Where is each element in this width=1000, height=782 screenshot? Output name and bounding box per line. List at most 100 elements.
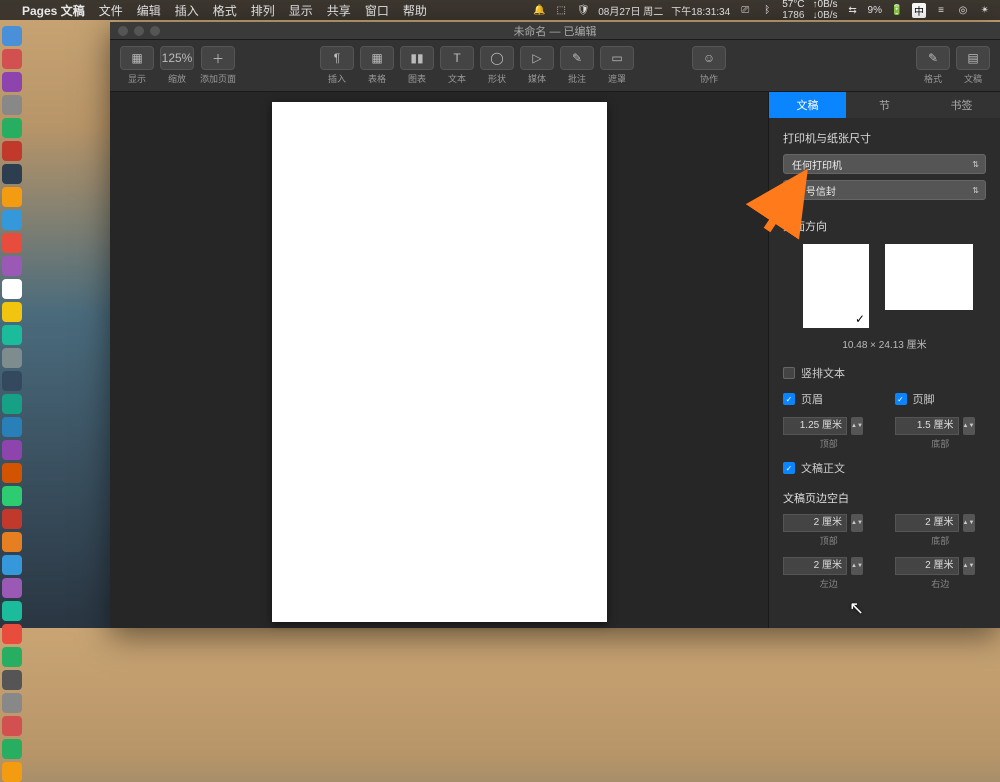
dock-app-icon[interactable] [2, 348, 22, 368]
menu-format[interactable]: 格式 [213, 2, 237, 19]
vertical-text-checkbox[interactable] [783, 367, 795, 379]
tb-addpage[interactable]: ＋添加页面 [200, 46, 236, 85]
margin-right-value[interactable]: 2 厘米 [895, 557, 959, 575]
tb-format[interactable]: ✎格式 [916, 46, 950, 85]
dock-app-icon[interactable] [2, 49, 22, 69]
dock-app-icon[interactable] [2, 118, 22, 138]
dock-app-icon[interactable] [2, 164, 22, 184]
menu-help[interactable]: 帮助 [403, 2, 427, 19]
dock-app-icon[interactable] [2, 509, 22, 529]
stepper-arrows[interactable]: ▲▼ [963, 417, 975, 435]
dock-app-icon[interactable] [2, 624, 22, 644]
dock-app-icon[interactable] [2, 72, 22, 92]
menubar-extra-icon[interactable]: ⬚ [554, 5, 568, 16]
tb-mask[interactable]: ▭遮罩 [600, 46, 634, 85]
tb-comment[interactable]: ✎批注 [560, 46, 594, 85]
dock-app-icon[interactable] [2, 647, 22, 667]
dock-app-icon[interactable] [2, 486, 22, 506]
menubar-icon[interactable]: ≡ [934, 5, 948, 16]
dock-app-icon[interactable] [2, 394, 22, 414]
dock-app-icon[interactable] [2, 325, 22, 345]
dock-app-icon[interactable] [2, 256, 22, 276]
menu-edit[interactable]: 编辑 [137, 2, 161, 19]
tb-table[interactable]: ▦表格 [360, 46, 394, 85]
dock-app-icon[interactable] [2, 95, 22, 115]
menubar-icon[interactable]: ✴ [978, 5, 992, 16]
dock-app-icon[interactable] [2, 302, 22, 322]
menu-file[interactable]: 文件 [99, 2, 123, 19]
header-checkbox[interactable]: ✓ [783, 393, 795, 405]
dock-app-icon[interactable] [2, 578, 22, 598]
header-value[interactable]: 1.25 厘米 [783, 417, 847, 435]
traffic-lights[interactable] [118, 26, 160, 36]
tb-media[interactable]: ▷媒体 [520, 46, 554, 85]
battery-icon[interactable]: 🔋 [890, 5, 904, 16]
dock-app-icon[interactable] [2, 417, 22, 437]
printer-dropdown[interactable]: 任何打印机 [783, 154, 986, 174]
tb-shape[interactable]: ◯形状 [480, 46, 514, 85]
menu-arrange[interactable]: 排列 [251, 2, 275, 19]
tb-zoom[interactable]: 125%缩放 [160, 46, 194, 85]
stepper-arrows[interactable]: ▲▼ [963, 514, 975, 532]
display-icon[interactable]: ⎚ [738, 5, 752, 16]
dock-app-icon[interactable] [2, 26, 22, 46]
menu-share[interactable]: 共享 [327, 2, 351, 19]
window-title: 未命名 — 已编辑 [513, 23, 596, 39]
menu-window[interactable]: 窗口 [365, 2, 389, 19]
dock-app-icon[interactable] [2, 693, 22, 713]
dock-app-icon[interactable] [2, 440, 22, 460]
dock-app-icon[interactable] [2, 463, 22, 483]
stepper-arrows[interactable]: ▲▼ [851, 557, 863, 575]
document-page[interactable] [272, 102, 607, 622]
margin-bottom-value[interactable]: 2 厘米 [895, 514, 959, 532]
menu-insert[interactable]: 插入 [175, 2, 199, 19]
margin-left-value[interactable]: 2 厘米 [783, 557, 847, 575]
margin-top-value[interactable]: 2 厘米 [783, 514, 847, 532]
app-name[interactable]: Pages 文稿 [22, 2, 85, 19]
tb-chart[interactable]: ▮▮图表 [400, 46, 434, 85]
dock-app-icon[interactable] [2, 187, 22, 207]
dock-app-icon[interactable] [2, 670, 22, 690]
dock-app-icon[interactable] [2, 279, 22, 299]
ime-indicator[interactable]: 中 [912, 3, 926, 18]
orientation-portrait[interactable]: ✓ [803, 244, 869, 328]
canvas-area[interactable] [110, 92, 768, 628]
tb-insert[interactable]: ¶插入 [320, 46, 354, 85]
bluetooth-icon[interactable]: ᛒ [760, 5, 774, 16]
stepper-arrows[interactable]: ▲▼ [851, 417, 863, 435]
toolbar: ▦显示 125%缩放 ＋添加页面 ¶插入 ▦表格 ▮▮图表 T文本 ◯形状 ▷媒… [110, 40, 1000, 92]
tab-bookmarks[interactable]: 书签 [923, 92, 1000, 118]
footer-value[interactable]: 1.5 厘米 [895, 417, 959, 435]
menu-view[interactable]: 显示 [289, 2, 313, 19]
menubar-extra-icon[interactable]: 🛡 [576, 5, 590, 16]
body-text-checkbox[interactable]: ✓ [783, 462, 795, 474]
dock-app-icon[interactable] [2, 601, 22, 621]
tb-text[interactable]: T文本 [440, 46, 474, 85]
dock-app-icon[interactable] [2, 739, 22, 759]
menubar-icon[interactable]: ◎ [956, 5, 970, 16]
dock-app-icon[interactable] [2, 233, 22, 253]
printer-section-title: 打印机与纸张尺寸 [783, 130, 986, 146]
tb-document[interactable]: ▤文稿 [956, 46, 990, 85]
dock-app-icon[interactable] [2, 555, 22, 575]
tab-section[interactable]: 节 [846, 92, 923, 118]
orientation-landscape[interactable] [885, 244, 973, 310]
dock-app-icon[interactable] [2, 716, 22, 736]
menubar-temp: 57°C1786 [782, 0, 804, 21]
tb-view[interactable]: ▦显示 [120, 46, 154, 85]
paper-size-dropdown[interactable]: 10 号信封 [783, 180, 986, 200]
margins-title: 文稿页边空白 [783, 490, 986, 506]
top-label2: 顶部 [783, 534, 875, 547]
wifi-icon[interactable]: ⇆ [846, 5, 860, 16]
dock-app-icon[interactable] [2, 141, 22, 161]
tb-collab[interactable]: ☺协作 [692, 46, 726, 85]
stepper-arrows[interactable]: ▲▼ [963, 557, 975, 575]
footer-checkbox[interactable]: ✓ [895, 393, 907, 405]
dock-app-icon[interactable] [2, 210, 22, 230]
dock-app-icon[interactable] [2, 371, 22, 391]
tab-document[interactable]: 文稿 [769, 92, 846, 118]
dock-app-icon[interactable] [2, 532, 22, 552]
stepper-arrows[interactable]: ▲▼ [851, 514, 863, 532]
dock-app-icon[interactable] [2, 762, 22, 782]
menubar-extra-icon[interactable]: 🔔 [532, 5, 546, 16]
